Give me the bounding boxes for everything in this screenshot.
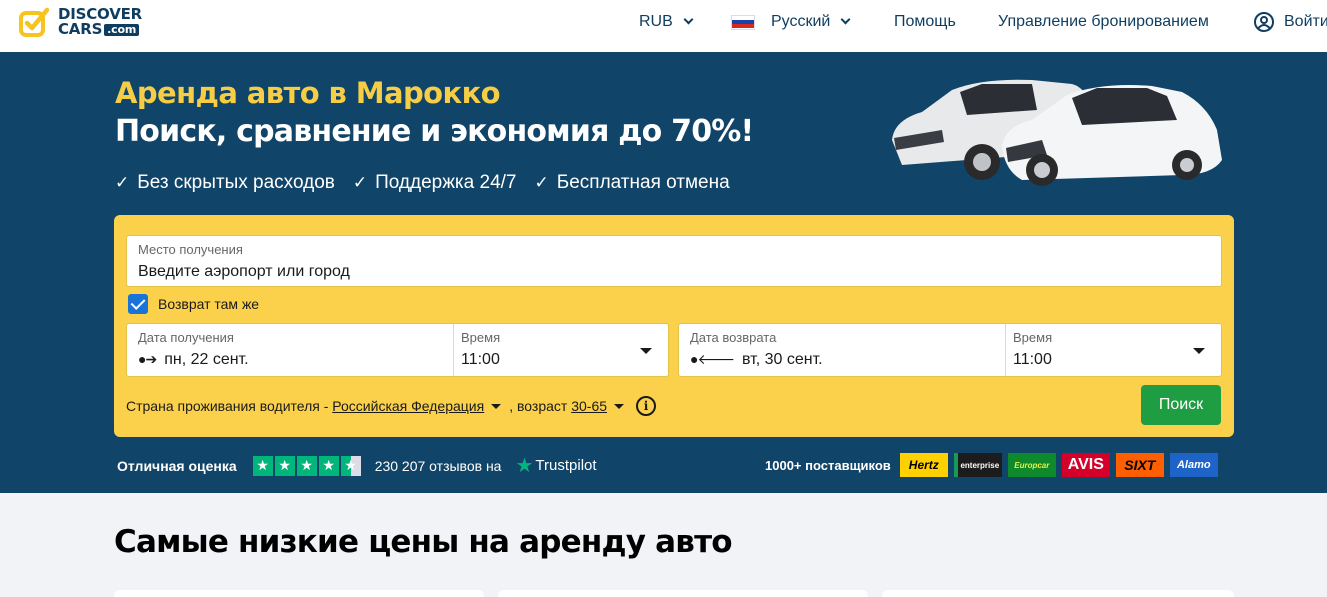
chevron-down-icon bbox=[840, 14, 851, 25]
residence-country-select[interactable]: Российская Федерация bbox=[332, 398, 484, 414]
pickup-date-value-row: ●➔ пн, 22 сент. bbox=[138, 351, 249, 369]
alamo-logo: Alamo bbox=[1169, 453, 1218, 477]
star-icon: ★ bbox=[296, 455, 317, 476]
benefits-list: ✓ Без скрытых расходов ✓ Поддержка 24/7 … bbox=[115, 172, 748, 194]
user-icon bbox=[1254, 12, 1274, 32]
page-title: Аренда авто в Марокко bbox=[115, 76, 501, 110]
check-icon: ✓ bbox=[352, 173, 368, 192]
return-time-value: 11:00 bbox=[1013, 351, 1052, 368]
currency-selector[interactable]: RUB bbox=[639, 0, 694, 44]
field-divider bbox=[1005, 324, 1006, 376]
benefit-item: ✓ Поддержка 24/7 bbox=[353, 172, 517, 194]
pickup-location-label: Место получения bbox=[138, 242, 243, 257]
return-date-value-row: ●🡐 вт, 30 сент. bbox=[690, 351, 823, 369]
same-return-label: Возврат там же bbox=[158, 296, 260, 312]
caret-down-icon bbox=[640, 348, 652, 354]
star-half-icon: ★ bbox=[340, 455, 361, 476]
pickup-date-value: пн, 22 сент. bbox=[164, 351, 249, 368]
benefit-label: Без скрытых расходов bbox=[137, 172, 335, 193]
search-button[interactable]: Поиск bbox=[1141, 385, 1221, 425]
help-link[interactable]: Помощь bbox=[894, 0, 956, 44]
pickup-location-field[interactable]: Место получения Введите аэропорт или гор… bbox=[126, 235, 1222, 287]
star-icon: ★ bbox=[318, 455, 339, 476]
benefit-item: ✓ Без скрытых расходов bbox=[115, 172, 335, 194]
sixt-logo: SIXT bbox=[1115, 453, 1164, 477]
check-icon: ✓ bbox=[115, 173, 130, 192]
pickup-time-value: 11:00 bbox=[461, 351, 500, 368]
star-icon: ★ bbox=[274, 455, 295, 476]
deal-card[interactable] bbox=[114, 590, 484, 597]
login-label: Войти bbox=[1284, 13, 1327, 30]
pickup-date-label: Дата получения bbox=[138, 330, 234, 345]
trustpilot-label: Trustpilot bbox=[535, 457, 597, 474]
checkbox-logo-icon bbox=[18, 6, 50, 38]
login-link[interactable]: Войти bbox=[1254, 0, 1327, 44]
avis-logo: AVIS bbox=[1061, 453, 1110, 477]
pickup-datetime-field: Дата получения ●➔ пн, 22 сент. Время 11:0… bbox=[126, 323, 669, 377]
arrow-right-dot-icon: ●➔ bbox=[138, 351, 157, 367]
russia-flag-icon bbox=[731, 14, 755, 30]
arrow-left-dot-icon: ●🡐 bbox=[690, 351, 735, 367]
hertz-logo: Hertz bbox=[899, 453, 948, 477]
pickup-location-input[interactable]: Введите аэропорт или город bbox=[138, 263, 350, 281]
benefit-label: Бесплатная отмена bbox=[556, 172, 730, 193]
caret-down-icon[interactable] bbox=[614, 403, 625, 409]
discovercars-logo[interactable]: DISCOVER CARS .com bbox=[18, 6, 142, 38]
star-icon: ★ bbox=[252, 455, 273, 476]
return-date-value: вт, 30 сент. bbox=[742, 351, 823, 368]
help-label: Помощь bbox=[894, 13, 956, 30]
europcar-logo: Europcar bbox=[1007, 453, 1056, 477]
logo-suffix: .com bbox=[104, 23, 140, 36]
return-date-label: Дата возврата bbox=[690, 330, 777, 345]
same-return-checkbox[interactable]: Возврат там же bbox=[128, 294, 259, 314]
return-datetime-field: Дата возврата ●🡐 вт, 30 сент. Время 11:00 bbox=[678, 323, 1222, 377]
age-prefix: , возраст bbox=[509, 398, 568, 414]
pickup-time-label: Время bbox=[461, 330, 501, 345]
top-navigation-bar: DISCOVER CARS .com RUB Русский Помощь Упр… bbox=[0, 0, 1327, 52]
currency-label: RUB bbox=[639, 13, 673, 30]
deal-card[interactable] bbox=[498, 590, 868, 597]
section-title: Самые низкие цены на аренду авто bbox=[114, 524, 733, 560]
field-divider bbox=[453, 324, 454, 376]
chevron-down-icon bbox=[683, 14, 694, 25]
deal-card[interactable] bbox=[882, 590, 1234, 597]
trustpilot-logo: ★ Trustpilot bbox=[515, 453, 596, 478]
check-icon: ✓ bbox=[534, 173, 549, 192]
hero-section: Аренда авто в Марокко Поиск, сравнение и… bbox=[0, 52, 1327, 493]
checkbox-checked-icon[interactable] bbox=[128, 294, 148, 314]
driver-age-select[interactable]: 30-65 bbox=[571, 398, 607, 414]
logo-wordmark: DISCOVER CARS .com bbox=[58, 7, 142, 37]
driver-residence-row: Страна проживания водителя - Российская … bbox=[126, 396, 657, 416]
reviews-count: 230 207 отзывов на bbox=[374, 457, 502, 474]
caret-down-icon[interactable] bbox=[491, 403, 502, 409]
enterprise-logo: enterprise bbox=[953, 453, 1002, 477]
trustpilot-rating[interactable]: Отличная оценка ★ ★ ★ ★ ★ 230 207 отзыво… bbox=[117, 453, 597, 478]
benefit-label: Поддержка 24/7 bbox=[375, 172, 517, 193]
hero-subtitle: Поиск, сравнение и экономия до 70%! bbox=[115, 114, 754, 149]
search-form: Место получения Введите аэропорт или гор… bbox=[114, 215, 1234, 437]
rating-stars: ★ ★ ★ ★ ★ bbox=[252, 455, 363, 476]
trustpilot-star-icon: ★ bbox=[515, 455, 534, 477]
cars-illustration bbox=[892, 79, 1222, 186]
suppliers-label: 1000+ поставщиков bbox=[765, 457, 891, 473]
benefit-item: ✓ Бесплатная отмена bbox=[535, 172, 730, 194]
rating-label: Отличная оценка bbox=[117, 457, 237, 474]
language-label: Русский bbox=[771, 13, 831, 30]
residence-prefix: Страна проживания водителя - bbox=[126, 398, 329, 414]
manage-booking-link[interactable]: Управление бронированием bbox=[998, 0, 1209, 44]
caret-down-icon bbox=[1193, 348, 1205, 354]
suppliers-strip: 1000+ поставщиков Hertz enterprise Europ… bbox=[765, 453, 1224, 477]
manage-booking-label: Управление бронированием bbox=[998, 13, 1209, 30]
return-time-label: Время bbox=[1013, 330, 1053, 345]
language-selector[interactable]: Русский bbox=[731, 0, 851, 44]
logo-line2: CARS bbox=[58, 20, 103, 38]
info-icon[interactable]: i bbox=[636, 396, 657, 416]
